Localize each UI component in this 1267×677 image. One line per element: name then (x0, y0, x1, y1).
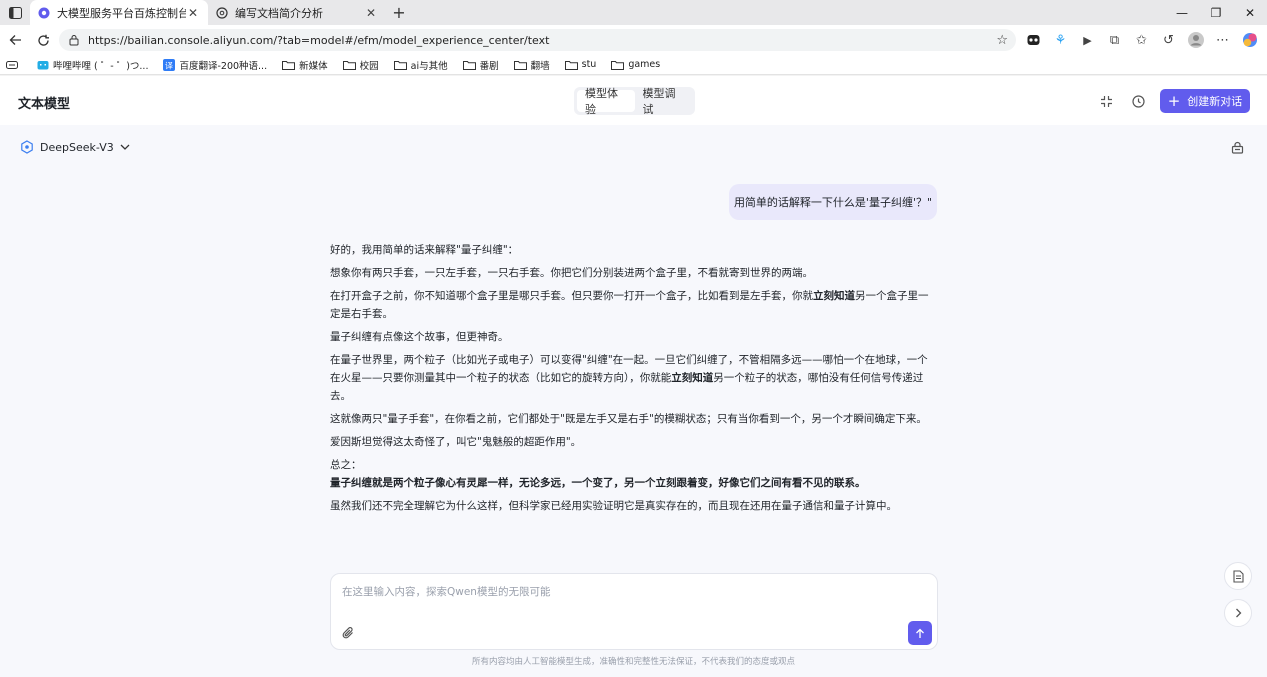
bookmark-folder-media[interactable]: 新媒体 (282, 58, 328, 72)
history-icon[interactable]: ↺ (1155, 25, 1182, 55)
chevron-down-icon (120, 144, 130, 150)
favorites-icon[interactable]: ✩ (1128, 25, 1155, 55)
history-clock-icon[interactable] (1130, 93, 1146, 109)
back-icon[interactable] (2, 27, 28, 53)
bookmark-bilibili[interactable]: 哔哩哔哩 ( ゜- ゜)つ... (37, 58, 148, 72)
reply-paragraph: 在打开盒子之前，你不知道哪个盒子里是哪只手套。但只要你一打开一个盒子，比如看到是… (330, 290, 929, 320)
bookmark-folder-vpn[interactable]: 翻墙 (513, 58, 550, 72)
browser-tab-0[interactable]: 大模型服务平台百炼控制台 ✕ (30, 0, 208, 25)
chevron-right-icon[interactable] (1224, 599, 1252, 627)
disclaimer-text: 所有内容均由人工智能模型生成，准确性和完整性无法保证，不代表我们的态度或观点 (471, 657, 795, 667)
extension-icon[interactable] (1020, 25, 1047, 55)
close-tab-icon[interactable]: ✕ (186, 6, 200, 20)
browser-tab-bar: 大模型服务平台百炼控制台 ✕ 编写文档简介分析 ✕ + — ❐ ✕ (0, 0, 1267, 25)
user-message-bubble: 用简单的话解释一下什么是'量子纠缠'？" (729, 184, 937, 220)
translate-extension-icon[interactable]: ⚘ (1047, 25, 1074, 55)
tab-model-debug[interactable]: 模型调试 (635, 87, 693, 116)
bookmarks-bar: 哔哩哔哩 ( ゜- ゜)つ... 译百度翻译-200种语... 新媒体 校园 a… (0, 55, 1267, 75)
close-tab-icon[interactable]: ✕ (364, 6, 378, 20)
bold-text: 立刻知道 (671, 372, 714, 384)
bold-text: 立刻知道 (813, 290, 855, 302)
mode-tabs: 模型体验 模型调试 (574, 87, 695, 116)
puzzle-icon[interactable]: ⧉ (1101, 25, 1128, 55)
send-button[interactable] (908, 621, 932, 645)
minimize-icon[interactable]: — (1165, 0, 1199, 25)
chat-input-placeholder[interactable]: 在这里输入内容，探索Qwen模型的无限可能 (342, 584, 550, 599)
plus-icon: + (1167, 91, 1181, 110)
lock-icon[interactable] (1231, 141, 1244, 157)
app-page: 文本模型 模型体验 模型调试 + 创建新对话 DeepSeek-V3 用简单的话… (0, 76, 1267, 677)
attachment-icon[interactable] (342, 626, 355, 643)
reading-list-icon[interactable] (6, 60, 22, 70)
reply-paragraph: 这就像两只"量子手套"，在你看之前，它们都处于"既是左手又是右手"的模糊状态；只… (330, 413, 927, 425)
address-bar-row: https://bailian.console.aliyun.com/?tab=… (0, 25, 1267, 55)
page-title: 文本模型 (18, 97, 71, 112)
model-logo-icon (21, 140, 33, 154)
tab-title: 编写文档简介分析 (235, 6, 323, 20)
arrow-up-icon (916, 628, 924, 638)
collapse-icon[interactable] (1098, 93, 1114, 109)
bookmark-folder-campus[interactable]: 校园 (342, 58, 379, 72)
tab-actions-icon[interactable] (0, 0, 30, 25)
reply-paragraph: 在量子世界里，两个粒子（比如光子或电子）可以变得"纠缠"在一起。一旦它们纠缠了，… (330, 354, 928, 402)
restore-icon[interactable]: ❐ (1199, 0, 1233, 25)
bookmark-folder-stu[interactable]: stu (564, 59, 596, 70)
bookmark-folder-games[interactable]: games (611, 59, 660, 70)
app-header: 文本模型 模型体验 模型调试 + 创建新对话 (0, 76, 1267, 125)
site-info-icon[interactable] (68, 34, 80, 46)
copilot-icon[interactable] (1236, 25, 1263, 55)
reply-summary: 量子纠缠就是两个粒子像心有灵犀一样，无论多远，一个变了，另一个立刻跟着变，好像它… (330, 477, 866, 489)
assistant-reply: 好的，我用简单的话来解释"量子纠缠"： 想象你有两只手套，一只左手套，一只右手套… (330, 241, 938, 520)
reply-paragraph: 虽然我们还不完全理解它为什么这样，但科学家已经用实验证明它是真实存在的，而且现在… (330, 500, 897, 512)
play-extension-icon[interactable]: ▶ (1074, 25, 1101, 55)
profile-avatar[interactable] (1182, 25, 1209, 55)
new-tab-button[interactable]: + (386, 0, 412, 25)
model-selector[interactable]: DeepSeek-V3 (20, 140, 130, 154)
chat-area: 用简单的话解释一下什么是'量子纠缠'？" 好的，我用简单的话来解释"量子纠缠"：… (0, 171, 1267, 677)
reply-paragraph: 好的，我用简单的话来解释"量子纠缠"： (330, 244, 519, 256)
chat-input-box[interactable]: 在这里输入内容，探索Qwen模型的无限可能 (330, 573, 938, 650)
bookmark-folder-ai[interactable]: ai与其他 (393, 58, 448, 72)
tab-model-experience[interactable]: 模型体验 (577, 87, 635, 116)
url-text[interactable]: https://bailian.console.aliyun.com/?tab=… (88, 34, 996, 47)
favorite-star-icon[interactable]: ☆ (996, 33, 1008, 48)
tab-title: 大模型服务平台百炼控制台 (57, 6, 186, 20)
document-icon[interactable] (1224, 562, 1252, 590)
reload-icon[interactable] (30, 27, 56, 53)
reply-paragraph: 量子纠缠有点像这个故事，但更神奇。 (330, 331, 509, 343)
omnibox[interactable]: https://bailian.console.aliyun.com/?tab=… (59, 29, 1016, 51)
more-menu-icon[interactable]: ⋯ (1209, 25, 1236, 55)
chatgpt-favicon-icon (216, 6, 228, 19)
new-chat-button[interactable]: + 创建新对话 (1160, 89, 1250, 113)
svg-text:译: 译 (165, 61, 173, 70)
bookmark-folder-anime[interactable]: 番剧 (462, 58, 499, 72)
model-bar: DeepSeek-V3 (0, 125, 1267, 171)
reply-paragraph: 爱因斯坦觉得这太奇怪了，叫它"鬼魅般的超距作用"。 (330, 436, 582, 448)
bookmark-baidu-translate[interactable]: 译百度翻译-200种语... (163, 58, 267, 72)
close-window-icon[interactable]: ✕ (1233, 0, 1267, 25)
reply-paragraph: 想象你有两只手套，一只左手套，一只右手套。你把它们分别装进两个盒子里，不看就寄到… (330, 267, 813, 279)
reply-paragraph: 总之： (330, 459, 362, 471)
bailian-favicon-icon (38, 7, 50, 18)
model-name: DeepSeek-V3 (40, 140, 114, 154)
browser-tab-1[interactable]: 编写文档简介分析 ✕ (208, 0, 386, 25)
